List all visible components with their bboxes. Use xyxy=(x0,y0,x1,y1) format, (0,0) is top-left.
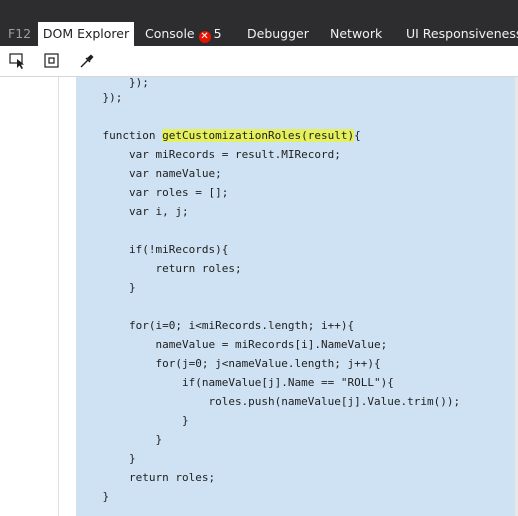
code-text: { xyxy=(354,129,361,142)
line-gutter xyxy=(0,77,58,516)
code-line: nameValue = miRecords[i].NameValue; xyxy=(76,338,388,351)
gutter-divider xyxy=(58,77,59,516)
code-line: } xyxy=(76,414,189,427)
code-line: } xyxy=(76,433,163,446)
search-highlight: getCustomizationRoles(result) xyxy=(162,129,355,142)
tab-console-label: Console xyxy=(145,26,195,41)
tab-dom-explorer[interactable]: DOM Explorer xyxy=(38,22,134,46)
code-line: var miRecords = result.MIRecord; xyxy=(76,148,341,161)
code-text: function xyxy=(76,129,163,142)
error-icon: ✕ xyxy=(198,31,211,43)
code-line: } xyxy=(76,490,110,503)
tab-ui-responsiveness[interactable]: UI Responsiveness xyxy=(406,22,518,46)
devtools-tab-bar: F12 DOM Explorer Console ✕ 5 Debugger Netw… xyxy=(0,0,518,46)
code-line: return roles; xyxy=(76,471,216,484)
tab-debugger[interactable]: Debugger xyxy=(247,22,309,46)
code-line: var i, j; xyxy=(76,205,189,218)
tab-network[interactable]: Network xyxy=(330,22,382,46)
eyedropper-icon[interactable] xyxy=(78,53,96,69)
code-line-function-declaration: function getCustomizationRoles(result){ xyxy=(76,126,361,145)
code-line: if(!miRecords){ xyxy=(76,243,229,256)
code-view[interactable]: }); }); function getCustomizationRoles(r… xyxy=(76,76,518,516)
code-line: var nameValue; xyxy=(76,167,222,180)
code-line: roles.push(nameValue[j].Value.trim()); xyxy=(76,395,461,408)
code-line: if(nameValue[j].Name == "ROLL"){ xyxy=(76,376,394,389)
select-element-icon[interactable] xyxy=(9,53,27,69)
code-line: for(i=0; i<miRecords.length; i++){ xyxy=(76,319,355,332)
f12-label: F12 xyxy=(8,26,32,41)
box-model-icon[interactable] xyxy=(43,53,61,69)
code-line: } xyxy=(76,281,136,294)
tab-console[interactable]: Console ✕ 5 xyxy=(145,22,222,46)
console-error-count: 5 xyxy=(213,26,222,41)
code-line: }); xyxy=(76,91,123,104)
code-line: for(j=0; j<nameValue.length; j++){ xyxy=(76,357,381,370)
code-line: } xyxy=(76,452,136,465)
code-line: var roles = []; xyxy=(76,186,229,199)
code-line: return roles; xyxy=(76,262,242,275)
